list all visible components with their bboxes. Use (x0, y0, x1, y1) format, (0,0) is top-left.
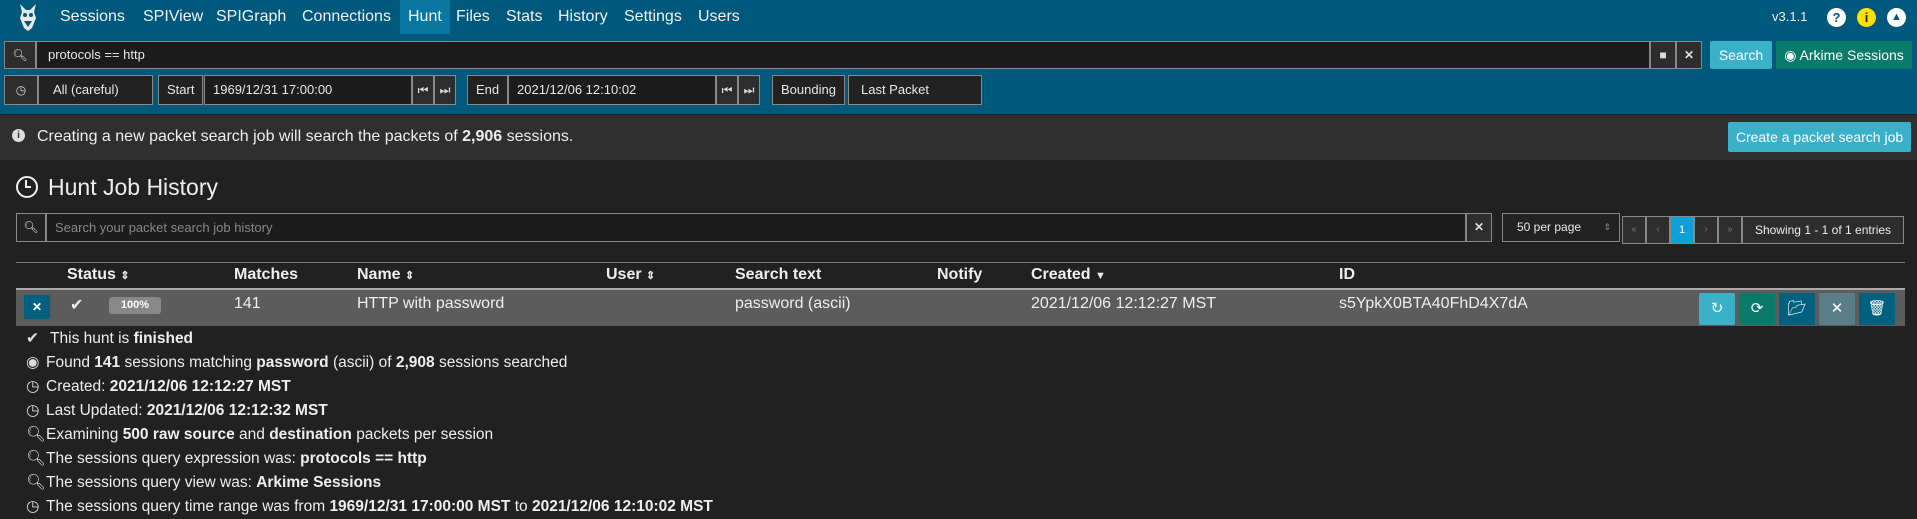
nav-sessions[interactable]: Sessions (60, 0, 125, 34)
row-id: s5YpkX0BTA40FhD4X7dA (1339, 295, 1528, 312)
collapse-row-button[interactable]: ✕ (24, 295, 50, 319)
open-sessions-icon[interactable]: 📂︎ (1779, 293, 1815, 325)
nav-settings[interactable]: Settings (624, 0, 682, 34)
history-search-input[interactable]: Search your packet search job history (46, 213, 1466, 242)
nav-spiview[interactable]: SPIView (143, 0, 203, 34)
row-name: HTTP with password (357, 295, 505, 312)
detail-status: ✔ This hunt is finished (26, 330, 194, 347)
history-search-placeholder: Search your packet search job history (55, 220, 273, 235)
time-range-select[interactable]: All (careful) (38, 75, 153, 105)
search-expression-input[interactable]: protocols == http (36, 41, 1650, 69)
view-button[interactable]: ◉ Arkime Sessions (1776, 41, 1912, 69)
nav-hunt[interactable]: Hunt (400, 0, 450, 34)
history-search-icon: 🔍︎ (16, 213, 46, 242)
col-created[interactable]: Created ▼ (1031, 266, 1106, 284)
nav-history[interactable]: History (558, 0, 608, 34)
info-icon[interactable]: i (1857, 8, 1876, 27)
page-prev[interactable]: ‹ (1646, 216, 1670, 244)
start-last-icon[interactable]: ⏭ (434, 75, 456, 105)
detail-examining: 🔍︎Examining 500 raw source and destinati… (26, 426, 494, 443)
page-first[interactable]: « (1622, 216, 1646, 244)
row-created: 2021/12/06 12:12:27 MST (1031, 295, 1217, 312)
end-first-icon[interactable]: ⏮ (716, 75, 738, 105)
delete-icon[interactable]: 🗑︎ (1859, 293, 1895, 325)
col-notify: Notify (937, 266, 983, 283)
end-time-input[interactable]: 2021/12/06 12:10:02 (508, 75, 716, 105)
top-navbar: Sessions SPIView SPIGraph Connections Hu… (0, 0, 1917, 34)
pagination: « ‹ 1 › » Showing 1 - 1 of 1 entries (1622, 216, 1904, 244)
col-status[interactable]: Status ⇕ (67, 266, 130, 284)
page-current[interactable]: 1 (1670, 216, 1694, 244)
version-label: v3.1.1 (1772, 9, 1808, 24)
clock-icon: ◷ (4, 75, 38, 105)
bounding-select[interactable]: Last Packet (848, 75, 982, 105)
detail-expression: 🔍︎The sessions query expression was: pro… (26, 450, 427, 467)
start-time-input[interactable]: 1969/12/31 17:00:00 (204, 75, 412, 105)
nav-stats[interactable]: Stats (506, 0, 542, 34)
start-first-icon[interactable]: ⏮ (412, 75, 434, 105)
nav-spigraph[interactable]: SPIGraph (216, 0, 286, 34)
col-name[interactable]: Name ⇕ (357, 266, 414, 284)
end-last-icon[interactable]: ⏭ (738, 75, 760, 105)
page-next[interactable]: › (1694, 216, 1718, 244)
col-matches: Matches (234, 266, 299, 283)
cancel-icon[interactable]: ✕ (1819, 293, 1855, 325)
eye-icon: ◉ (1784, 47, 1800, 63)
eye-icon: ◉ (26, 354, 40, 371)
info-circle-icon: i (12, 129, 25, 142)
end-label: End (467, 75, 509, 105)
select-arrows-icon: ⇕ (1603, 222, 1611, 232)
nav-users[interactable]: Users (698, 0, 740, 34)
detail-created: ◷ Created: 2021/12/06 12:12:27 MST (26, 378, 291, 395)
history-clear-icon[interactable]: ✕ (1466, 213, 1492, 242)
start-label: Start (158, 75, 204, 105)
clear-icon[interactable]: ✕ (1676, 41, 1702, 69)
history-clock-icon (16, 176, 38, 198)
search-icon: 🔍︎ (4, 41, 36, 69)
clock-icon: ◷ (26, 402, 40, 419)
search-icon: 🔍︎ (26, 426, 46, 443)
col-user[interactable]: User ⇕ (606, 266, 655, 284)
col-id: ID (1339, 266, 1355, 283)
chevron-up-icon[interactable]: ▲ (1887, 8, 1906, 27)
per-page-label: 50 per page (1517, 220, 1582, 234)
finished-check-icon: ✔ (70, 297, 84, 314)
search-icon: 🔍︎ (26, 450, 46, 467)
col-search-text: Search text (735, 266, 822, 283)
search-icon: 🔍︎ (26, 474, 46, 491)
packet-search-info-bar: i Creating a new packet search job will … (0, 115, 1917, 160)
bounding-label: Bounding (772, 75, 845, 105)
table-top-divider (16, 262, 1905, 263)
clock-icon: ◷ (26, 378, 40, 395)
showing-entries: Showing 1 - 1 of 1 entries (1742, 216, 1904, 244)
create-packet-search-job-button[interactable]: Create a packet search job (1728, 122, 1911, 152)
check-icon: ✔ (26, 330, 39, 347)
per-page-select[interactable]: 50 per page ⇕ (1502, 213, 1620, 242)
detail-view: 🔍︎The sessions query view was: Arkime Se… (26, 474, 382, 491)
page-title: Hunt Job History (16, 174, 218, 201)
view-button-label: Arkime Sessions (1799, 47, 1904, 63)
nav-files[interactable]: Files (456, 0, 490, 34)
nav-connections[interactable]: Connections (302, 0, 391, 34)
arkime-owl-logo-icon[interactable] (16, 2, 40, 32)
info-text: Creating a new packet search job will se… (37, 128, 574, 145)
save-icon[interactable]: ■ (1650, 41, 1676, 69)
detail-updated: ◷ Last Updated: 2021/12/06 12:12:32 MST (26, 402, 328, 419)
repeat-icon[interactable]: ⟳ (1739, 293, 1775, 325)
rerun-icon[interactable]: ↻ (1699, 293, 1735, 325)
progress-badge: 100% (109, 297, 161, 314)
row-matches: 141 (234, 295, 261, 312)
table-row[interactable] (16, 290, 1905, 326)
clock-icon: ◷ (26, 498, 40, 515)
search-toolbar: 🔍︎ protocols == http ■ ✕ Search ◉ Arkime… (0, 34, 1917, 114)
detail-time-range: ◷ The sessions query time range was from … (26, 498, 713, 515)
help-icon[interactable]: ? (1827, 8, 1846, 27)
detail-found: ◉ Found 141 sessions matching password (a… (26, 354, 568, 371)
row-search-text: password (ascii) (735, 295, 851, 312)
page-last[interactable]: » (1718, 216, 1742, 244)
search-button[interactable]: Search (1710, 41, 1772, 69)
